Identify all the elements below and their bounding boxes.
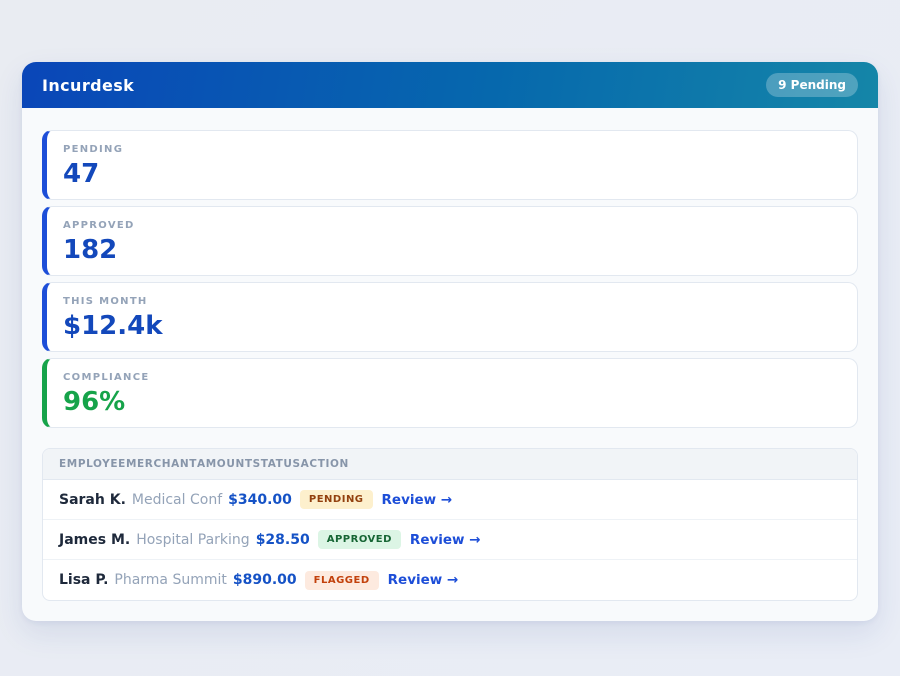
stat-value: 47 [63, 161, 841, 187]
stat-card-approved: APPROVED 182 [42, 206, 858, 276]
app-title: Incurdesk [42, 76, 134, 95]
stat-label: PENDING [63, 144, 841, 155]
review-link[interactable]: Review → [388, 572, 459, 588]
table-row: James M. Hospital Parking $28.50 APPROVE… [43, 520, 857, 560]
review-link[interactable]: Review → [382, 492, 453, 508]
status-badge: PENDING [300, 490, 373, 509]
stat-card-this-month: THIS MONTH $12.4k [42, 282, 858, 352]
stat-value: 182 [63, 237, 841, 263]
stat-card-compliance: COMPLIANCE 96% [42, 358, 858, 428]
employee-name: James M. [59, 532, 130, 548]
merchant-name: Hospital Parking [136, 532, 249, 548]
expenses-table: EMPLOYEE MERCHANT AMOUNT STATUS ACTION S… [42, 448, 858, 601]
stat-value: $12.4k [63, 313, 841, 339]
column-header-merchant: MERCHANT [126, 458, 197, 470]
employee-name: Lisa P. [59, 572, 108, 588]
stat-label: THIS MONTH [63, 296, 841, 307]
expense-amount: $890.00 [233, 572, 297, 588]
employee-name: Sarah K. [59, 492, 126, 508]
merchant-name: Medical Conf [132, 492, 222, 508]
pending-count-badge: 9 Pending [766, 73, 858, 97]
table-row: Sarah K. Medical Conf $340.00 PENDING Re… [43, 480, 857, 520]
column-header-action: ACTION [301, 458, 349, 470]
column-header-employee: EMPLOYEE [59, 458, 126, 470]
stat-value: 96% [63, 389, 841, 415]
app-header: Incurdesk 9 Pending [22, 62, 878, 108]
status-badge: FLAGGED [305, 571, 379, 590]
app-content: PENDING 47 APPROVED 182 THIS MONTH $12.4… [22, 108, 878, 621]
status-badge: APPROVED [318, 530, 401, 549]
expense-amount: $28.50 [256, 532, 310, 548]
stat-label: APPROVED [63, 220, 841, 231]
table-header-row: EMPLOYEE MERCHANT AMOUNT STATUS ACTION [43, 449, 857, 480]
review-link[interactable]: Review → [410, 532, 481, 548]
column-header-status: STATUS [253, 458, 301, 470]
table-row: Lisa P. Pharma Summit $890.00 FLAGGED Re… [43, 560, 857, 600]
expense-amount: $340.00 [228, 492, 292, 508]
merchant-name: Pharma Summit [114, 572, 227, 588]
stat-card-pending: PENDING 47 [42, 130, 858, 200]
column-header-amount: AMOUNT [197, 458, 253, 470]
stat-label: COMPLIANCE [63, 372, 841, 383]
expense-app-card: Incurdesk 9 Pending PENDING 47 APPROVED … [22, 62, 878, 621]
